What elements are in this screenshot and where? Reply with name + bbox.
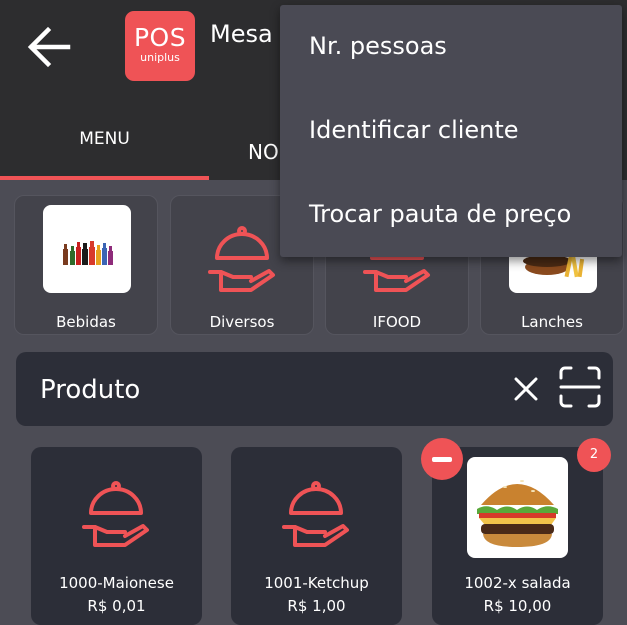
cloche-icon	[82, 481, 149, 547]
product-card[interactable]: 1002-x salada R$ 10,00	[432, 447, 603, 625]
product-search-bar	[16, 352, 613, 426]
tab-menu[interactable]: MENU	[0, 95, 209, 180]
category-label: IFOOD	[372, 313, 422, 331]
menu-item-label: Identificar cliente	[309, 116, 519, 144]
menu-item-nr-pessoas[interactable]: Nr. pessoas	[280, 5, 622, 89]
bottles-image	[43, 205, 131, 293]
quantity-badge: 2	[577, 438, 611, 472]
cloche-icon	[208, 226, 275, 292]
logo-main-text: POS	[133, 23, 187, 52]
tab-active-indicator	[0, 176, 209, 180]
menu-item-identificar-cliente[interactable]: Identificar cliente	[280, 89, 622, 173]
page-title: Mesa	[210, 20, 273, 48]
product-card[interactable]: 1001-Ketchup R$ 1,00	[231, 447, 402, 625]
product-name: 1001-Ketchup	[264, 574, 369, 592]
burger-image	[467, 457, 568, 558]
category-card[interactable]: Bebidas	[14, 195, 158, 335]
product-card[interactable]: 1000-Maionese R$ 0,01	[31, 447, 202, 625]
product-price: R$ 1,00	[287, 597, 346, 615]
logo-sub-text: uniplus	[140, 51, 180, 64]
scan-icon	[559, 366, 601, 408]
app-logo: POS uniplus	[125, 11, 195, 81]
remove-item-button[interactable]	[421, 438, 463, 480]
category-label: Lanches	[521, 313, 583, 331]
product-name: 1002-x salada	[464, 574, 571, 592]
arrow-left-icon	[27, 26, 71, 68]
minus-icon	[432, 457, 452, 462]
overflow-menu: Nr. pessoas Identificar cliente Trocar p…	[280, 5, 622, 257]
product-search-input[interactable]	[40, 370, 440, 410]
tab-menu-label: MENU	[79, 129, 130, 149]
category-label: Bebidas	[56, 313, 116, 331]
category-label: Diversos	[209, 313, 275, 331]
tab-second-label: NO	[248, 140, 279, 164]
barcode-scan-button[interactable]	[559, 366, 601, 408]
product-price: R$ 0,01	[87, 597, 146, 615]
menu-item-label: Nr. pessoas	[309, 32, 447, 60]
back-button[interactable]	[26, 24, 72, 70]
product-name: 1000-Maionese	[59, 574, 174, 592]
product-price: R$ 10,00	[483, 597, 552, 615]
menu-item-trocar-pauta[interactable]: Trocar pauta de preço	[280, 173, 622, 257]
cloche-icon	[282, 481, 349, 547]
menu-item-label: Trocar pauta de preço	[309, 200, 572, 228]
close-icon	[514, 377, 538, 401]
clear-search-button[interactable]	[509, 372, 543, 406]
